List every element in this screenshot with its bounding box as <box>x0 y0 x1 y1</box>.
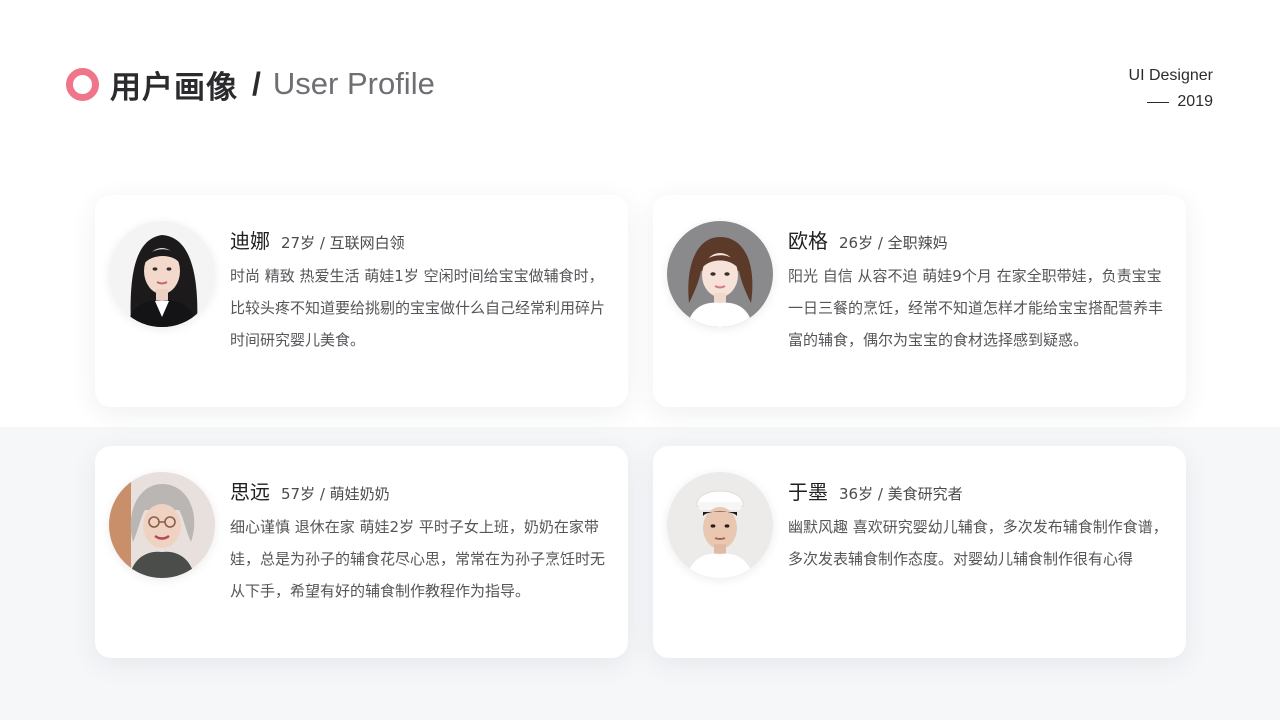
persona-meta: 26岁 / 全职辣妈 <box>839 234 948 252</box>
persona-name: 欧格 <box>788 229 828 253</box>
persona-meta: 27岁 / 互联网白领 <box>281 234 405 252</box>
woman-avatar-icon <box>109 221 215 327</box>
persona-name-line: 迪娜 27岁 / 互联网白领 <box>230 225 610 253</box>
ring-logo-icon <box>66 67 99 101</box>
persona-name: 思远 <box>230 480 270 504</box>
persona-card: 欧格 26岁 / 全职辣妈 阳光 自信 从容不迫 萌娃9个月 在家全职带娃，负责… <box>653 195 1186 407</box>
persona-info: 于墨 36岁 / 美食研究者 幽默风趣 喜欢研究婴幼儿辅食，多次发布辅食制作食谱… <box>788 476 1168 575</box>
young-woman-avatar-icon <box>667 221 773 327</box>
year-line: 2019 <box>1129 89 1213 115</box>
designer-signature: UI Designer 2019 <box>1129 63 1213 115</box>
persona-description: 幽默风趣 喜欢研究婴幼儿辅食，多次发布辅食制作食谱，多次发表辅食制作态度。对婴幼… <box>788 518 1168 568</box>
persona-description: 细心谨慎 退休在家 萌娃2岁 平时子女上班，奶奶在家带娃，总是为孙子的辅食花尽心… <box>230 518 606 600</box>
page-header: 用户画像 / User Profile <box>66 62 435 106</box>
grandmother-avatar-icon <box>109 472 215 578</box>
designer-year: 2019 <box>1177 93 1213 110</box>
persona-card: 迪娜 27岁 / 互联网白领 时尚 精致 热爱生活 萌娃1岁 空闲时间给宝宝做辅… <box>95 195 628 407</box>
page-title-cn: 用户画像 <box>110 69 238 106</box>
persona-meta: 57岁 / 萌娃奶奶 <box>281 485 390 503</box>
persona-info: 思远 57岁 / 萌娃奶奶 细心谨慎 退休在家 萌娃2岁 平时子女上班，奶奶在家… <box>230 476 610 607</box>
persona-info: 迪娜 27岁 / 互联网白领 时尚 精致 热爱生活 萌娃1岁 空闲时间给宝宝做辅… <box>230 225 610 356</box>
persona-meta: 36岁 / 美食研究者 <box>839 485 963 503</box>
persona-name-line: 于墨 36岁 / 美食研究者 <box>788 476 1168 504</box>
persona-card: 于墨 36岁 / 美食研究者 幽默风趣 喜欢研究婴幼儿辅食，多次发布辅食制作食谱… <box>653 446 1186 658</box>
chef-avatar-icon <box>667 472 773 578</box>
persona-name-line: 思远 57岁 / 萌娃奶奶 <box>230 476 610 504</box>
persona-description: 时尚 精致 热爱生活 萌娃1岁 空闲时间给宝宝做辅食时，比较头疼不知道要给挑剔的… <box>230 267 606 349</box>
persona-name-line: 欧格 26岁 / 全职辣妈 <box>788 225 1168 253</box>
page-title-en: User Profile <box>272 66 435 101</box>
persona-description: 阳光 自信 从容不迫 萌娃9个月 在家全职带娃，负责宝宝一日三餐的烹饪，经常不知… <box>788 267 1164 349</box>
persona-card: 思远 57岁 / 萌娃奶奶 细心谨慎 退休在家 萌娃2岁 平时子女上班，奶奶在家… <box>95 446 628 658</box>
title-separator: / <box>252 65 261 102</box>
dash-decoration <box>1147 101 1170 103</box>
persona-name: 于墨 <box>788 480 828 504</box>
designer-role: UI Designer <box>1128 67 1213 84</box>
persona-info: 欧格 26岁 / 全职辣妈 阳光 自信 从容不迫 萌娃9个月 在家全职带娃，负责… <box>788 225 1168 356</box>
persona-name: 迪娜 <box>230 229 270 253</box>
